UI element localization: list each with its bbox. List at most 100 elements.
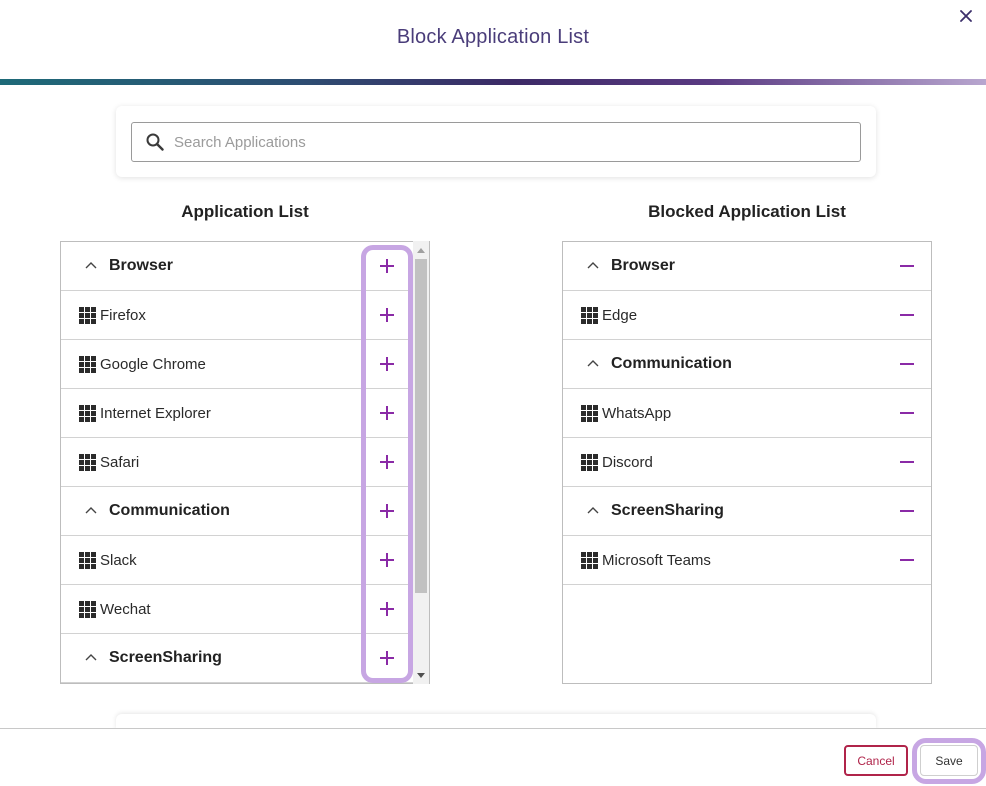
chevron-up-icon[interactable] bbox=[85, 506, 97, 516]
blocked-application-list-heading: Blocked Application List bbox=[648, 202, 846, 221]
remove-button-discord[interactable] bbox=[896, 451, 918, 473]
category-label: Browser bbox=[611, 257, 676, 274]
add-button-communication[interactable] bbox=[376, 500, 398, 522]
app-label: WhatsApp bbox=[602, 404, 672, 422]
chevron-up-icon[interactable] bbox=[587, 359, 599, 369]
search-input[interactable] bbox=[174, 133, 814, 151]
app-row-edge: Edge bbox=[563, 291, 931, 340]
app-grid-icon bbox=[79, 306, 96, 324]
category-label: Communication bbox=[611, 355, 732, 372]
app-row-microsoft-teams: Microsoft Teams bbox=[563, 536, 931, 585]
category-row-browser: Browser bbox=[61, 242, 429, 291]
category-label: Browser bbox=[109, 257, 174, 274]
modal-footer bbox=[0, 728, 986, 786]
cancel-button[interactable]: Cancel bbox=[844, 745, 908, 776]
add-button-safari[interactable] bbox=[376, 451, 398, 473]
close-icon bbox=[960, 10, 972, 22]
app-label: Internet Explorer bbox=[100, 404, 211, 422]
scroll-up-arrow[interactable] bbox=[413, 243, 429, 257]
remove-button-screensharing[interactable] bbox=[896, 500, 918, 522]
add-button-slack[interactable] bbox=[376, 549, 398, 571]
plus-icon bbox=[379, 258, 395, 274]
blocked-application-list-panel: Browser Edge Communication WhatsApp Discord S… bbox=[562, 241, 932, 684]
minus-icon bbox=[899, 552, 915, 568]
app-row-whatsapp: WhatsApp bbox=[563, 389, 931, 438]
add-button-browser[interactable] bbox=[376, 255, 398, 277]
app-grid-icon bbox=[79, 453, 96, 471]
app-grid-icon bbox=[581, 551, 598, 569]
triangle-down-icon bbox=[417, 672, 425, 678]
app-row-firefox: Firefox bbox=[61, 291, 429, 340]
application-list-heading: Application List bbox=[181, 202, 309, 221]
application-list-panel: Browser Firefox Google Chrome Internet Expl… bbox=[60, 241, 430, 684]
app-row-slack: Slack bbox=[61, 536, 429, 585]
category-row-screensharing: ScreenSharing bbox=[563, 487, 931, 536]
scroll-thumb[interactable] bbox=[415, 259, 427, 593]
add-button-internet-explorer[interactable] bbox=[376, 402, 398, 424]
app-row-wechat: Wechat bbox=[61, 585, 429, 634]
app-grid-icon bbox=[79, 551, 96, 569]
app-row-internet-explorer: Internet Explorer bbox=[61, 389, 429, 438]
app-label: Firefox bbox=[100, 306, 146, 324]
app-grid-icon bbox=[79, 404, 96, 422]
app-grid-icon bbox=[79, 600, 96, 618]
category-row-communication: Communication bbox=[61, 487, 429, 536]
minus-icon bbox=[899, 356, 915, 372]
app-label: Discord bbox=[602, 453, 653, 471]
add-button-firefox[interactable] bbox=[376, 304, 398, 326]
category-label: ScreenSharing bbox=[109, 649, 222, 666]
minus-icon bbox=[899, 307, 915, 323]
chevron-up-icon[interactable] bbox=[85, 261, 97, 271]
app-grid-icon bbox=[581, 404, 598, 422]
minus-icon bbox=[899, 405, 915, 421]
plus-icon bbox=[379, 601, 395, 617]
app-grid-icon bbox=[581, 306, 598, 324]
modal-title: Block Application List bbox=[396, 26, 590, 48]
remove-button-browser[interactable] bbox=[896, 255, 918, 277]
triangle-up-icon bbox=[417, 247, 425, 253]
application-list-scrollbar[interactable] bbox=[413, 241, 429, 684]
plus-icon bbox=[379, 650, 395, 666]
app-label: Slack bbox=[100, 551, 137, 569]
search-icon bbox=[146, 133, 164, 151]
category-row-communication: Communication bbox=[563, 340, 931, 389]
category-row-screensharing: ScreenSharing bbox=[61, 634, 429, 683]
plus-icon bbox=[379, 454, 395, 470]
category-label: Communication bbox=[109, 502, 230, 519]
app-row-discord: Discord bbox=[563, 438, 931, 487]
app-label: Microsoft Teams bbox=[602, 551, 711, 569]
close-button[interactable] bbox=[954, 6, 978, 26]
plus-icon bbox=[379, 356, 395, 372]
search-card bbox=[116, 106, 876, 177]
chevron-up-icon[interactable] bbox=[587, 261, 599, 271]
plus-icon bbox=[379, 503, 395, 519]
search-box[interactable] bbox=[131, 122, 861, 162]
app-row-google-chrome: Google Chrome bbox=[61, 340, 429, 389]
scroll-down-arrow[interactable] bbox=[413, 668, 429, 682]
app-label: Google Chrome bbox=[100, 355, 206, 373]
minus-icon bbox=[899, 258, 915, 274]
plus-icon bbox=[379, 552, 395, 568]
add-button-google-chrome[interactable] bbox=[376, 353, 398, 375]
minus-icon bbox=[899, 503, 915, 519]
app-grid-icon bbox=[79, 355, 96, 373]
add-button-wechat[interactable] bbox=[376, 598, 398, 620]
remove-button-whatsapp[interactable] bbox=[896, 402, 918, 424]
chevron-up-icon[interactable] bbox=[85, 653, 97, 663]
remove-button-microsoft-teams[interactable] bbox=[896, 549, 918, 571]
category-label: ScreenSharing bbox=[611, 502, 724, 519]
category-row-browser: Browser bbox=[563, 242, 931, 291]
header-divider bbox=[0, 79, 986, 85]
save-button[interactable]: Save bbox=[920, 745, 978, 776]
plus-icon bbox=[379, 405, 395, 421]
plus-icon bbox=[379, 307, 395, 323]
chevron-up-icon[interactable] bbox=[587, 506, 599, 516]
app-label: Safari bbox=[100, 453, 140, 471]
minus-icon bbox=[899, 454, 915, 470]
remove-button-communication[interactable] bbox=[896, 353, 918, 375]
app-row-safari: Safari bbox=[61, 438, 429, 487]
app-label: Wechat bbox=[100, 600, 151, 618]
app-grid-icon bbox=[581, 453, 598, 471]
remove-button-edge[interactable] bbox=[896, 304, 918, 326]
add-button-screensharing[interactable] bbox=[376, 647, 398, 669]
